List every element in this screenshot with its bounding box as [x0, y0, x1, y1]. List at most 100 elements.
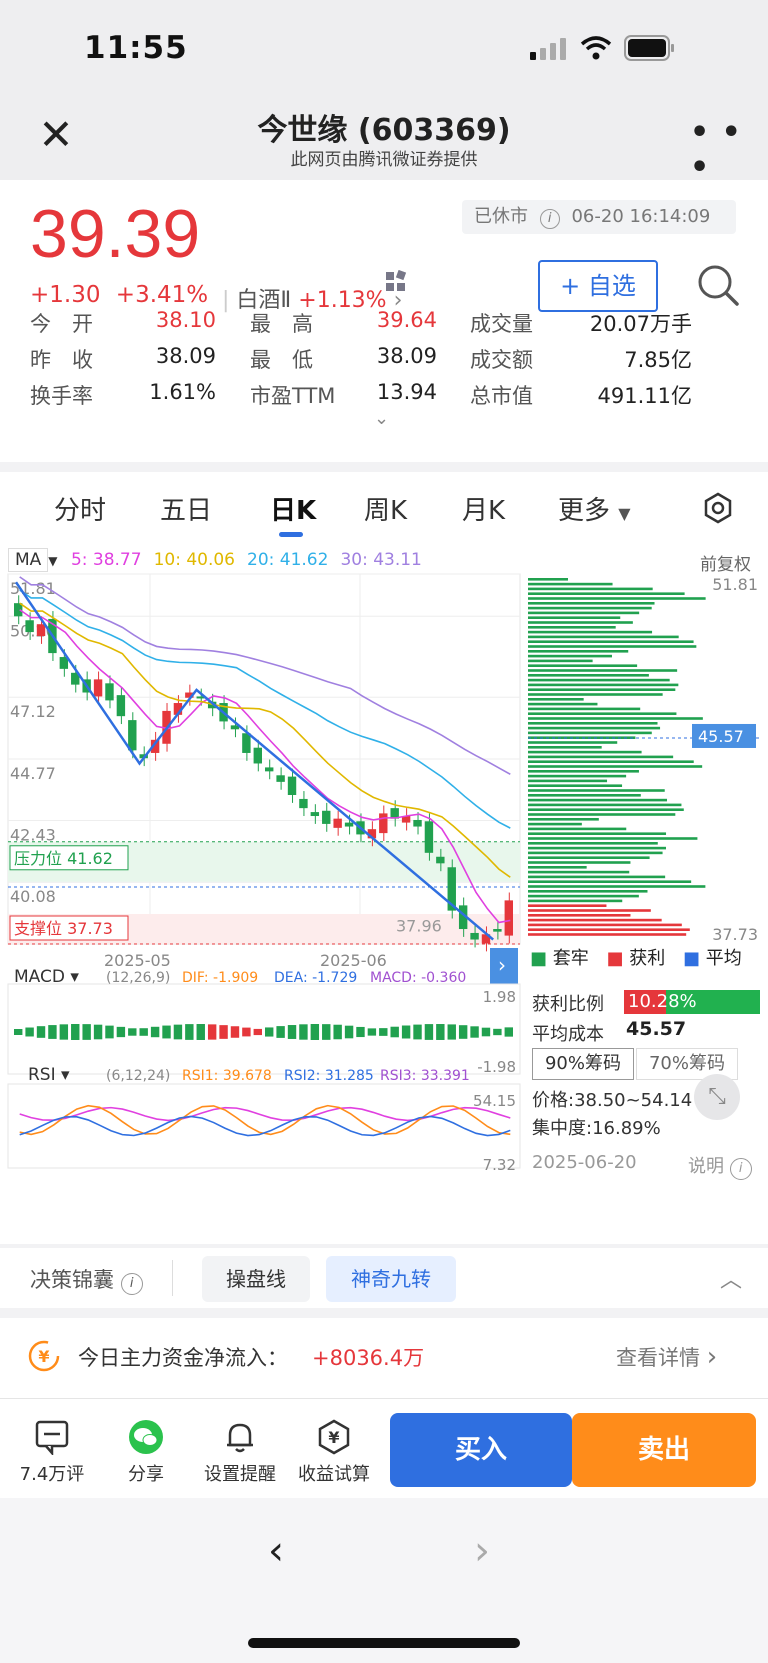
stat-value: 7.85亿	[624, 348, 692, 372]
comments-button[interactable]: 7.4万评	[12, 1419, 92, 1486]
macd-bar	[436, 1024, 445, 1040]
macd-bar	[390, 1026, 399, 1038]
more-icon[interactable]: • • •	[690, 115, 768, 185]
macd-bar	[105, 1025, 114, 1039]
tab-yuek[interactable]: 月K	[462, 490, 505, 527]
tab-zhouk[interactable]: 周K	[364, 490, 407, 527]
magic-nine-button[interactable]: 神奇九转	[326, 1256, 456, 1302]
chip-bar	[528, 645, 697, 648]
rsi1-value: RSI1: 39.678	[182, 1068, 272, 1084]
stat-value: 38.10	[155, 308, 216, 332]
collapse-icon[interactable]: ︿	[720, 1262, 742, 1294]
macd-bar	[116, 1026, 126, 1038]
chip-bar	[528, 842, 658, 845]
chip-bar	[528, 794, 641, 797]
chip-bar	[528, 616, 621, 619]
fund-flow-label: 今日主力资金净流入：	[78, 1346, 288, 1370]
candle	[287, 776, 297, 796]
settings-icon[interactable]	[702, 492, 734, 524]
stat-label: 总市值	[470, 384, 533, 408]
info-icon[interactable]: i	[539, 209, 560, 229]
candle	[93, 679, 103, 697]
profit-ratio-label: 获利比例	[532, 994, 604, 1015]
macd-bar	[424, 1024, 434, 1040]
chip-bar	[528, 707, 641, 711]
comment-icon	[35, 1420, 69, 1457]
tab-fenshi[interactable]: 分时	[54, 490, 106, 527]
chip-bar	[528, 741, 618, 744]
chip-bar	[528, 698, 584, 701]
chip-bar	[528, 664, 638, 667]
action-bar: 7.4万评 分享 设置提醒 ¥ 收益试算 买入 卖出	[0, 1398, 768, 1498]
macd-bar	[196, 1024, 205, 1040]
chip-bar	[528, 578, 568, 581]
page-title: 今世缘 (603369)	[257, 113, 511, 148]
info-icon[interactable]: i	[120, 1273, 143, 1295]
macd-bar	[287, 1025, 297, 1039]
stat-value: 491.11亿	[597, 384, 692, 408]
forward-arrow-icon[interactable]: ›	[474, 1528, 490, 1574]
tab-more[interactable]: 更多 ▼	[558, 490, 631, 527]
chip-bar	[528, 914, 631, 917]
candle	[310, 812, 320, 817]
macd-bar	[173, 1024, 183, 1040]
macd-bar	[344, 1025, 354, 1039]
chip-bar	[528, 626, 616, 629]
chip-bar	[528, 890, 648, 893]
chip-bar	[528, 875, 666, 879]
browser-bar: ‹ ›	[0, 1498, 768, 1663]
macd-bar	[379, 1028, 388, 1036]
avg-cost-value: 45.57	[626, 1018, 687, 1040]
view-details-link[interactable]: 查看详情 ›	[616, 1342, 717, 1372]
fullscreen-icon[interactable]: ⤡	[694, 1074, 740, 1120]
chip-bar	[528, 827, 627, 831]
resistance-label: 压力位 41.62	[14, 849, 113, 868]
macd-bar	[504, 1027, 513, 1037]
macd-bar	[128, 1028, 137, 1036]
macd-bar	[458, 1025, 468, 1039]
dropdown-icon: ▼	[618, 504, 631, 523]
back-arrow-icon[interactable]: ‹	[268, 1528, 284, 1574]
status-bar: 11:55	[0, 0, 768, 95]
clock: 11:55	[84, 30, 188, 66]
grid-icon[interactable]	[384, 270, 408, 294]
tab-wuri[interactable]: 五日	[160, 490, 212, 527]
chip-90-button[interactable]: 90%筹码	[532, 1048, 634, 1080]
profit-calc-button[interactable]: ¥ 收益试算	[292, 1419, 376, 1486]
macd-bar	[253, 1028, 262, 1036]
tab-rik[interactable]: 日K	[270, 490, 316, 527]
market-status: 已休市	[474, 206, 528, 227]
macd-dea: DEA: -1.729	[274, 970, 357, 986]
signal-icon	[530, 38, 566, 60]
macd-bar	[25, 1027, 34, 1037]
chip-bar	[528, 669, 678, 672]
x-tick: 2025-05	[104, 951, 171, 970]
chip-bar	[528, 928, 690, 931]
expand-chevron-icon[interactable]: ⌄	[374, 408, 389, 429]
add-watchlist-button[interactable]: + 自选	[538, 260, 658, 312]
macd-label: MACD ▾	[14, 967, 79, 987]
set-alert-button[interactable]: 设置提醒	[198, 1419, 282, 1486]
candle	[128, 720, 137, 751]
search-icon[interactable]	[695, 262, 741, 308]
macd-bar	[470, 1026, 479, 1038]
share-button[interactable]: 分享	[106, 1419, 186, 1486]
chip-bar	[528, 606, 652, 610]
bell-icon	[227, 1423, 253, 1453]
operation-line-button[interactable]: 操盘线	[202, 1256, 310, 1302]
stat-label: 昨 收	[30, 348, 93, 372]
candle	[322, 810, 331, 824]
profit-calc-label: 收益试算	[298, 1464, 370, 1485]
macd-top: 1.98	[483, 988, 516, 1006]
chip-bar	[528, 789, 665, 792]
chip-bar	[528, 880, 692, 883]
chevron-right-icon: ›	[706, 1342, 718, 1372]
fund-flow-bar[interactable]: ¥ 今日主力资金净流入： +8036.4万 查看详情 ›	[0, 1318, 768, 1398]
page-subtitle: 此网页由腾讯微证券提供	[290, 150, 478, 170]
buy-button[interactable]: 买入	[390, 1413, 572, 1487]
chip-explain-link[interactable]: 说明 i	[688, 1152, 752, 1180]
yuan-coin-icon: ¥	[28, 1340, 60, 1372]
current-price: 39.39	[30, 196, 201, 272]
change-percent: +3.41%	[115, 282, 209, 308]
sell-button[interactable]: 卖出	[572, 1413, 756, 1487]
